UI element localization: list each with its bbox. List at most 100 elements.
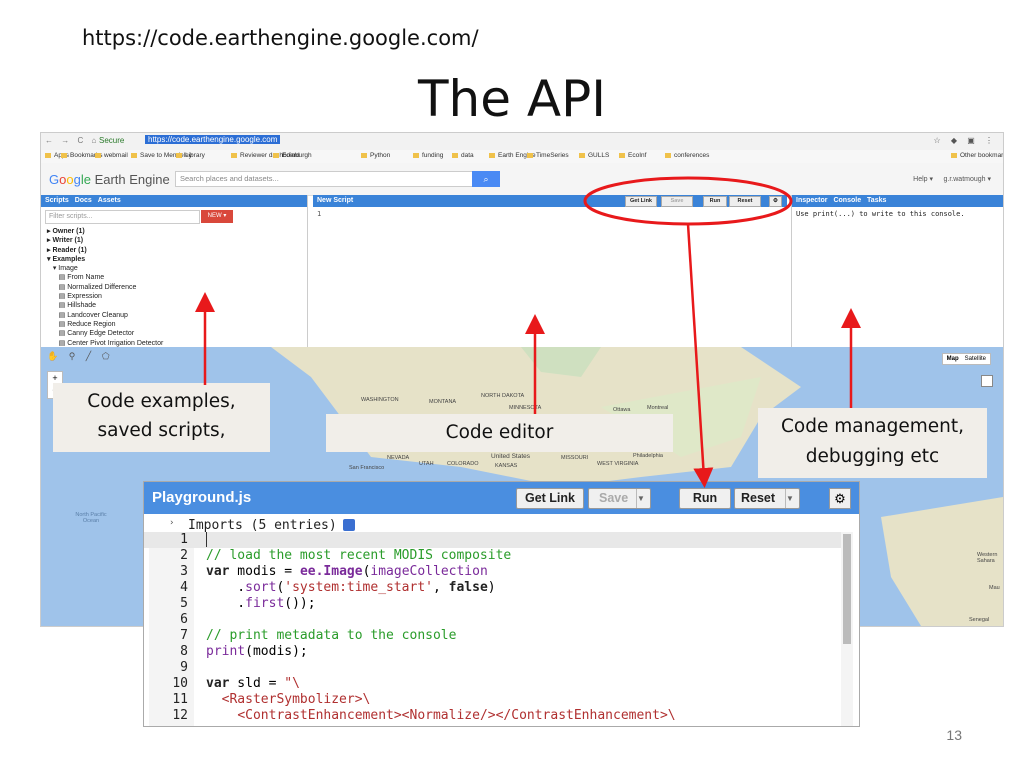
tab-console[interactable]: Console [833, 197, 861, 204]
code-text [206, 532, 215, 548]
script-tree-item[interactable]: ▤ Expression [47, 292, 163, 301]
code-line[interactable]: 2 // load the most recent MODIS composite [144, 548, 841, 564]
bookmark-item[interactable]: Library [176, 152, 205, 159]
bookmark-item[interactable]: conferences [665, 152, 709, 159]
code-line[interactable]: 1 [144, 532, 841, 548]
chevron-down-icon: ▼ [636, 489, 650, 508]
playground-title: Playground.js [152, 489, 252, 506]
script-tree-item[interactable]: ▤ Normalized Difference [47, 283, 163, 292]
code-text: // load the most recent MODIS composite [206, 548, 512, 563]
map-label: Montreal [647, 405, 669, 411]
tab-inspector[interactable]: Inspector [796, 197, 828, 204]
editor-title: New Script [317, 197, 354, 204]
get-link-button[interactable]: Get Link [625, 196, 657, 207]
line-number: 7 [180, 628, 188, 643]
code-line[interactable]: 7 // print metadata to the console [144, 628, 841, 644]
editor-header: New Script Get Link Save Run Reset ⚙ [313, 195, 787, 207]
map-label: MISSOURI [561, 455, 589, 461]
playground-run-button[interactable]: Run [679, 488, 731, 509]
help-menu[interactable]: Help ▾ [913, 175, 933, 183]
script-tree-item[interactable]: ▸ Reader (1) [47, 246, 163, 255]
map-label: NEVADA [387, 455, 410, 461]
playground-reset-button[interactable]: Reset ▼ [734, 488, 800, 509]
script-tree-item[interactable]: ▤ Reduce Region [47, 320, 163, 329]
bookmark-item[interactable]: EcoInf [619, 152, 646, 159]
editor-scrollbar[interactable] [841, 532, 853, 726]
code-line[interactable]: 11 <RasterSymbolizer>\ [144, 692, 841, 708]
map-label: MONTANA [429, 399, 457, 405]
places-search-input[interactable]: Search places and datasets... [175, 171, 476, 187]
run-button[interactable]: Run [703, 196, 727, 207]
line-number: 12 [172, 708, 188, 723]
script-tree-item[interactable]: ▸ Owner (1) [47, 227, 163, 236]
code-line[interactable]: 3 var modis = ee.Image(imageCollection [144, 564, 841, 580]
browser-nav-icons[interactable]: ← → C ⌂ [45, 136, 99, 145]
script-tree-item[interactable]: ▤ Hillshade [47, 301, 163, 310]
fullscreen-icon[interactable] [981, 375, 993, 387]
code-line[interactable]: 9 [144, 660, 841, 676]
address-bar[interactable]: https://code.earthengine.google.com [145, 135, 281, 144]
tab-assets[interactable]: Assets [98, 197, 121, 204]
save-button[interactable]: Save [661, 196, 693, 207]
imports-section[interactable]: › Imports (5 entries) [169, 518, 355, 533]
map-label: Ottawa [613, 407, 631, 413]
code-line[interactable]: 5 .first()); [144, 596, 841, 612]
script-tree-item[interactable]: ▾ Examples [47, 255, 163, 264]
filter-scripts-input[interactable]: Filter scripts... [45, 210, 200, 224]
line-number: 4 [180, 580, 188, 595]
earth-engine-logo[interactable]: Google Earth Engine [49, 172, 170, 187]
line-number: 11 [172, 692, 188, 707]
browser-toolbar: ← → C ⌂ Secure https://code.earthengine.… [41, 133, 1003, 151]
tab-scripts[interactable]: Scripts [45, 197, 69, 204]
playground-get-link-button[interactable]: Get Link [516, 488, 584, 509]
script-tree-item[interactable]: ▸ Writer (1) [47, 236, 163, 245]
line-number: 8 [180, 644, 188, 659]
search-icon: ⌕ [483, 174, 489, 184]
imports-doc-icon[interactable] [342, 519, 355, 531]
user-menu[interactable]: g.r.watmough ▾ [944, 175, 991, 183]
script-tree-item[interactable]: ▤ Landcover Cleanup [47, 311, 163, 320]
code-text: <RasterSymbolizer>\ [221, 692, 371, 707]
bookmark-item[interactable]: TimeSeries [527, 152, 569, 159]
bookmark-item[interactable]: data [452, 152, 474, 159]
bookmark-item[interactable]: Python [361, 152, 390, 159]
map-label: North Pacific Ocean [75, 512, 107, 524]
script-tree-item[interactable]: ▾ Image [47, 264, 163, 273]
code-area[interactable]: 1 2 // load the most recent MODIS composi… [144, 532, 841, 724]
console-panel-tabs: Inspector Console Tasks [792, 195, 1003, 207]
map-label: San Francisco [349, 465, 385, 471]
reset-button[interactable]: Reset [729, 196, 761, 207]
secure-label: Secure [99, 136, 125, 145]
bookmark-item[interactable]: GULLS [579, 152, 609, 159]
map-label: COLORADO [447, 461, 479, 467]
settings-gear-icon[interactable]: ⚙ [769, 196, 782, 207]
map-drawing-tools[interactable]: ✋ ⚲ ╱ ⬠ [47, 351, 114, 362]
bookmark-item[interactable]: Other bookmarks [951, 152, 1003, 159]
code-text: var modis = ee.Image(imageCollection [206, 564, 488, 579]
browser-extension-icons[interactable]: ☆ ◆ ▣ ⋮ [933, 136, 997, 145]
settings-gear-icon[interactable]: ⚙ [829, 488, 851, 509]
line-number: 1 [180, 532, 188, 547]
scripts-panel-tabs: Scripts Docs Assets [41, 195, 307, 207]
code-line[interactable]: 6 [144, 612, 841, 628]
map-type-toggle[interactable]: Map Satellite [941, 353, 991, 365]
search-button[interactable]: ⌕ [472, 171, 500, 187]
bookmark-item[interactable]: funding [413, 152, 443, 159]
script-tree-item[interactable]: ▤ Canny Edge Detector [47, 329, 163, 338]
bookmark-item[interactable]: Edinburgh [273, 152, 312, 159]
map-label: WEST VIRGINIA [597, 461, 639, 467]
scrollbar-thumb[interactable] [843, 534, 851, 644]
playground-save-button[interactable]: Save ▼ [588, 488, 651, 509]
editor-line-number: 1 [317, 210, 322, 218]
code-line[interactable]: 12 <ContrastEnhancement><Normalize/></Co… [144, 708, 841, 724]
bookmarks-bar: Apps Bookmarks webmail Save to Mendeley Libr… [41, 150, 1003, 164]
tab-tasks[interactable]: Tasks [867, 197, 886, 204]
bookmark-item[interactable]: webmail [95, 152, 128, 159]
code-line[interactable]: 10 var sld = "\ [144, 676, 841, 692]
code-line[interactable]: 4 .sort('system:time_start', false) [144, 580, 841, 596]
code-line[interactable]: 8 print(modis); [144, 644, 841, 660]
new-script-button[interactable]: NEW ▾ [201, 210, 233, 223]
code-text: <ContrastEnhancement><Normalize/></Contr… [237, 708, 676, 723]
tab-docs[interactable]: Docs [75, 197, 92, 204]
script-tree-item[interactable]: ▤ From Name [47, 273, 163, 282]
